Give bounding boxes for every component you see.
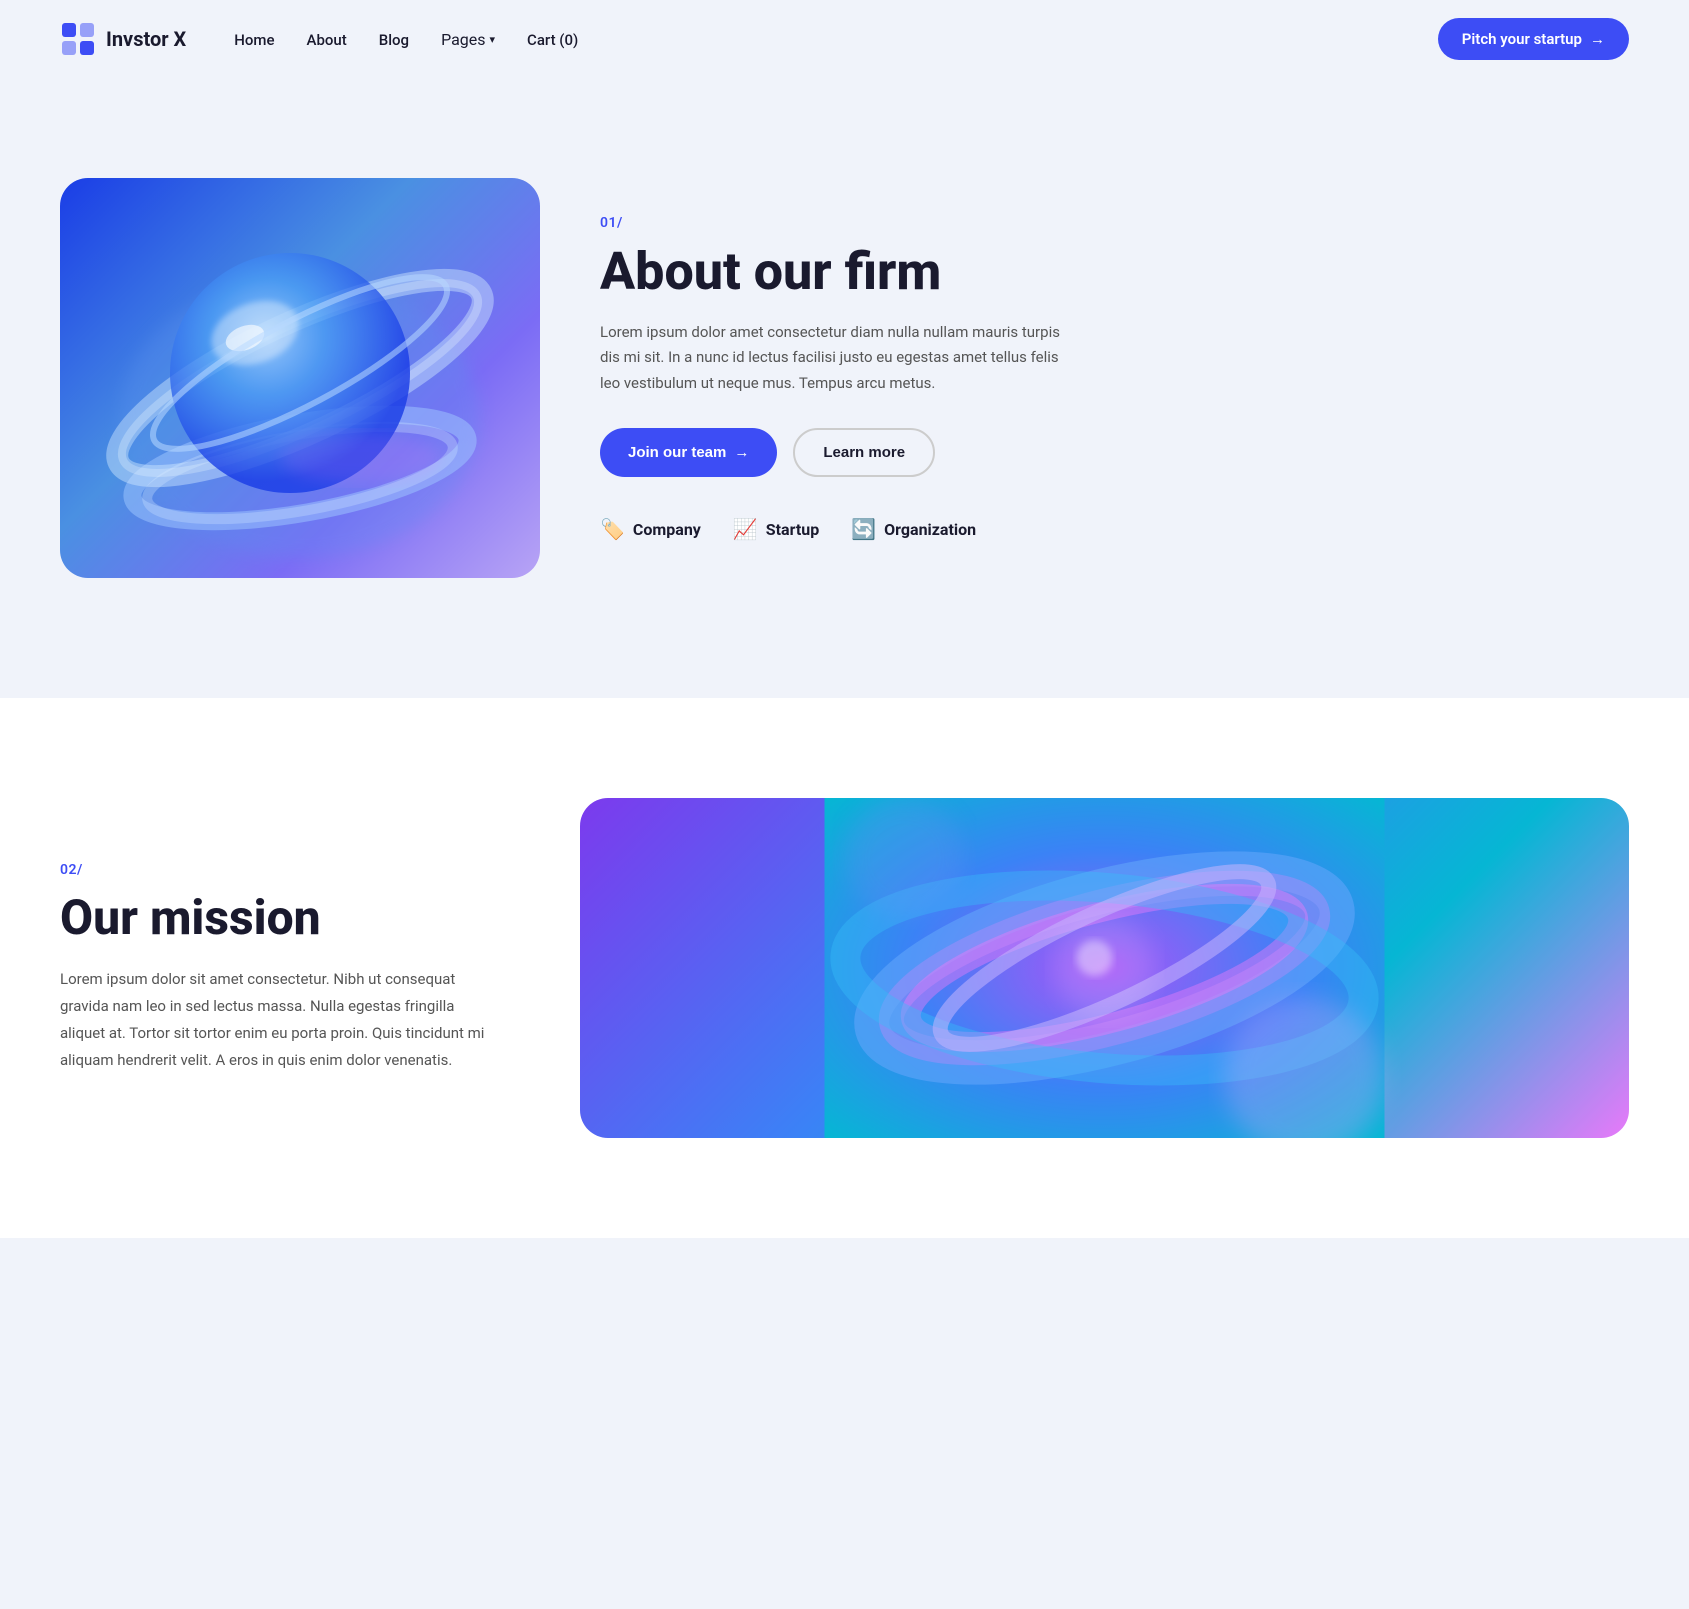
organization-icon: 🔄 (851, 517, 876, 541)
partner-startup: 📈 Startup (733, 517, 819, 541)
hero-image (60, 178, 540, 578)
learn-more-button[interactable]: Learn more (793, 428, 935, 477)
hero-sphere-graphic (60, 178, 540, 578)
mission-description: Lorem ipsum dolor sit amet consectetur. … (60, 966, 500, 1074)
pitch-startup-button[interactable]: Pitch your startup → (1438, 18, 1629, 60)
section-number-2: 02/ (60, 862, 500, 878)
hero-description: Lorem ipsum dolor amet consectetur diam … (600, 320, 1060, 397)
section-number-1: 01/ (600, 215, 1060, 231)
hero-content: 01/ About our firm Lorem ipsum dolor ame… (600, 215, 1060, 542)
mission-image (580, 798, 1629, 1138)
join-team-button[interactable]: Join our team → (600, 428, 777, 477)
company-icon: 🏷️ (600, 517, 625, 541)
nav-item-blog[interactable]: Blog (379, 30, 409, 49)
mission-content: 02/ Our mission Lorem ipsum dolor sit am… (60, 862, 500, 1073)
arrow-icon: → (734, 444, 749, 461)
startup-icon: 📈 (733, 517, 758, 541)
logo-icon (60, 21, 96, 57)
partner-logos: 🏷️ Company 📈 Startup 🔄 Organization (600, 517, 1060, 541)
partner-company: 🏷️ Company (600, 517, 701, 541)
nav-item-cart[interactable]: Cart (0) (527, 30, 578, 49)
about-section: 01/ About our firm Lorem ipsum dolor ame… (0, 78, 1689, 698)
mission-title: Our mission (60, 890, 500, 945)
hero-title: About our firm (600, 243, 1060, 300)
arrow-icon: → (1590, 30, 1605, 48)
navbar: Invstor X Home About Blog Pages ▾ Cart (… (0, 0, 1689, 78)
chevron-down-icon: ▾ (490, 33, 496, 46)
nav-item-about[interactable]: About (307, 30, 347, 49)
nav-item-pages[interactable]: Pages ▾ (441, 30, 495, 49)
logo-text: Invstor X (106, 27, 186, 51)
mission-graphic (580, 798, 1629, 1138)
partner-organization: 🔄 Organization (851, 517, 976, 541)
mission-section: 02/ Our mission Lorem ipsum dolor sit am… (0, 698, 1689, 1238)
hero-buttons: Join our team → Learn more (600, 428, 1060, 477)
nav-item-home[interactable]: Home (234, 30, 274, 49)
logo[interactable]: Invstor X (60, 21, 186, 57)
